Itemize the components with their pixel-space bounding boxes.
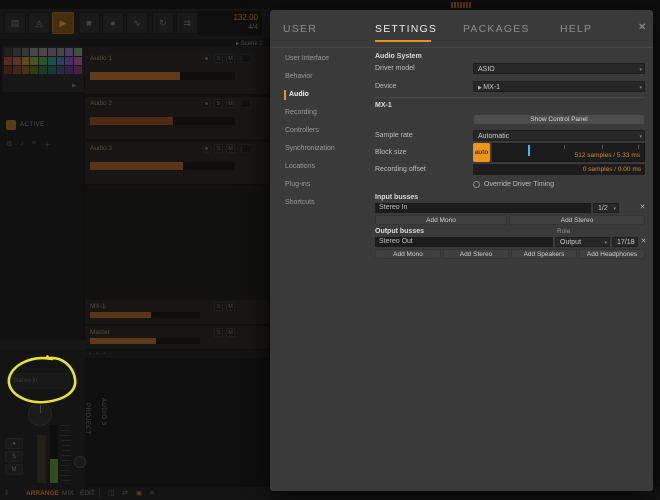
chevron-down-icon: ▾ — [604, 239, 607, 248]
driver-model-select[interactable]: ASIO ▾ — [473, 63, 645, 74]
input-bus-name-field[interactable]: Stereo In — [375, 203, 591, 213]
chevron-down-icon: ▾ — [639, 66, 642, 75]
bitwig-window: ▤ ◬ ▶ ■ ● ∿ ↻ ⇉ 132.00 4/4 ▶ ACTIVE ⚙ ♪ … — [0, 0, 660, 500]
device-label: Device — [375, 83, 396, 90]
role-label: Role — [557, 228, 570, 235]
recording-offset-field[interactable]: 0 samples / 0.00 ms — [473, 164, 645, 175]
block-size-slider[interactable]: 512 samples / 5.33 ms — [492, 143, 645, 162]
block-size-value: 512 samples / 5.33 ms — [575, 152, 640, 159]
add-speakers-button[interactable]: Add Speakers — [511, 249, 577, 259]
add-stereo-output-button[interactable]: Add Stereo — [443, 249, 509, 259]
override-driver-timing-label: Override Driver Timing — [484, 181, 554, 188]
chevron-down-icon: ▾ — [632, 239, 635, 248]
add-stereo-input-button[interactable]: Add Stereo — [509, 215, 645, 225]
block-size-label: Block size — [375, 149, 407, 156]
chevron-down-icon: ▾ — [613, 205, 616, 214]
output-bus-name-field[interactable]: Stereo Out — [375, 237, 553, 247]
settings-dialog: USER SETTINGS PACKAGES HELP ✕ User Inter… — [270, 10, 653, 491]
block-size-marker — [528, 145, 530, 156]
audio-settings-content: Audio System Driver model ASIO ▾ Device … — [270, 10, 653, 491]
device-select[interactable]: ▶ MX-1 ▾ — [473, 81, 645, 92]
show-control-panel-button[interactable]: Show Control Panel — [473, 114, 645, 125]
recording-offset-label: Recording offset — [375, 166, 426, 173]
audio-system-heading: Audio System — [375, 53, 422, 60]
input-busses-heading: Input busses — [375, 194, 418, 201]
add-mono-output-button[interactable]: Add Mono — [375, 249, 441, 259]
block-size-auto-toggle[interactable]: auto — [473, 143, 490, 162]
output-bus-channels-select[interactable]: 17/18 ▾ — [612, 237, 638, 247]
sample-rate-label: Sample rate — [375, 132, 413, 139]
chevron-down-icon: ▾ — [639, 133, 642, 142]
remove-output-bus-button[interactable]: ✕ — [639, 237, 648, 247]
device-section-heading: MX-1 — [375, 102, 392, 109]
sample-rate-select[interactable]: Automatic ▾ — [473, 130, 645, 141]
remove-input-bus-button[interactable]: ✕ — [638, 203, 647, 213]
input-bus-channels-select[interactable]: 1/2 ▾ — [593, 203, 619, 213]
section-divider — [375, 97, 645, 98]
driver-model-label: Driver model — [375, 65, 415, 72]
output-busses-heading: Output busses — [375, 228, 424, 235]
output-bus-role-select[interactable]: Output ▾ — [555, 237, 610, 247]
chevron-down-icon: ▾ — [639, 84, 642, 93]
override-driver-timing-checkbox[interactable] — [473, 181, 480, 188]
add-headphones-button[interactable]: Add Headphones — [579, 249, 645, 259]
add-mono-input-button[interactable]: Add Mono — [375, 215, 507, 225]
